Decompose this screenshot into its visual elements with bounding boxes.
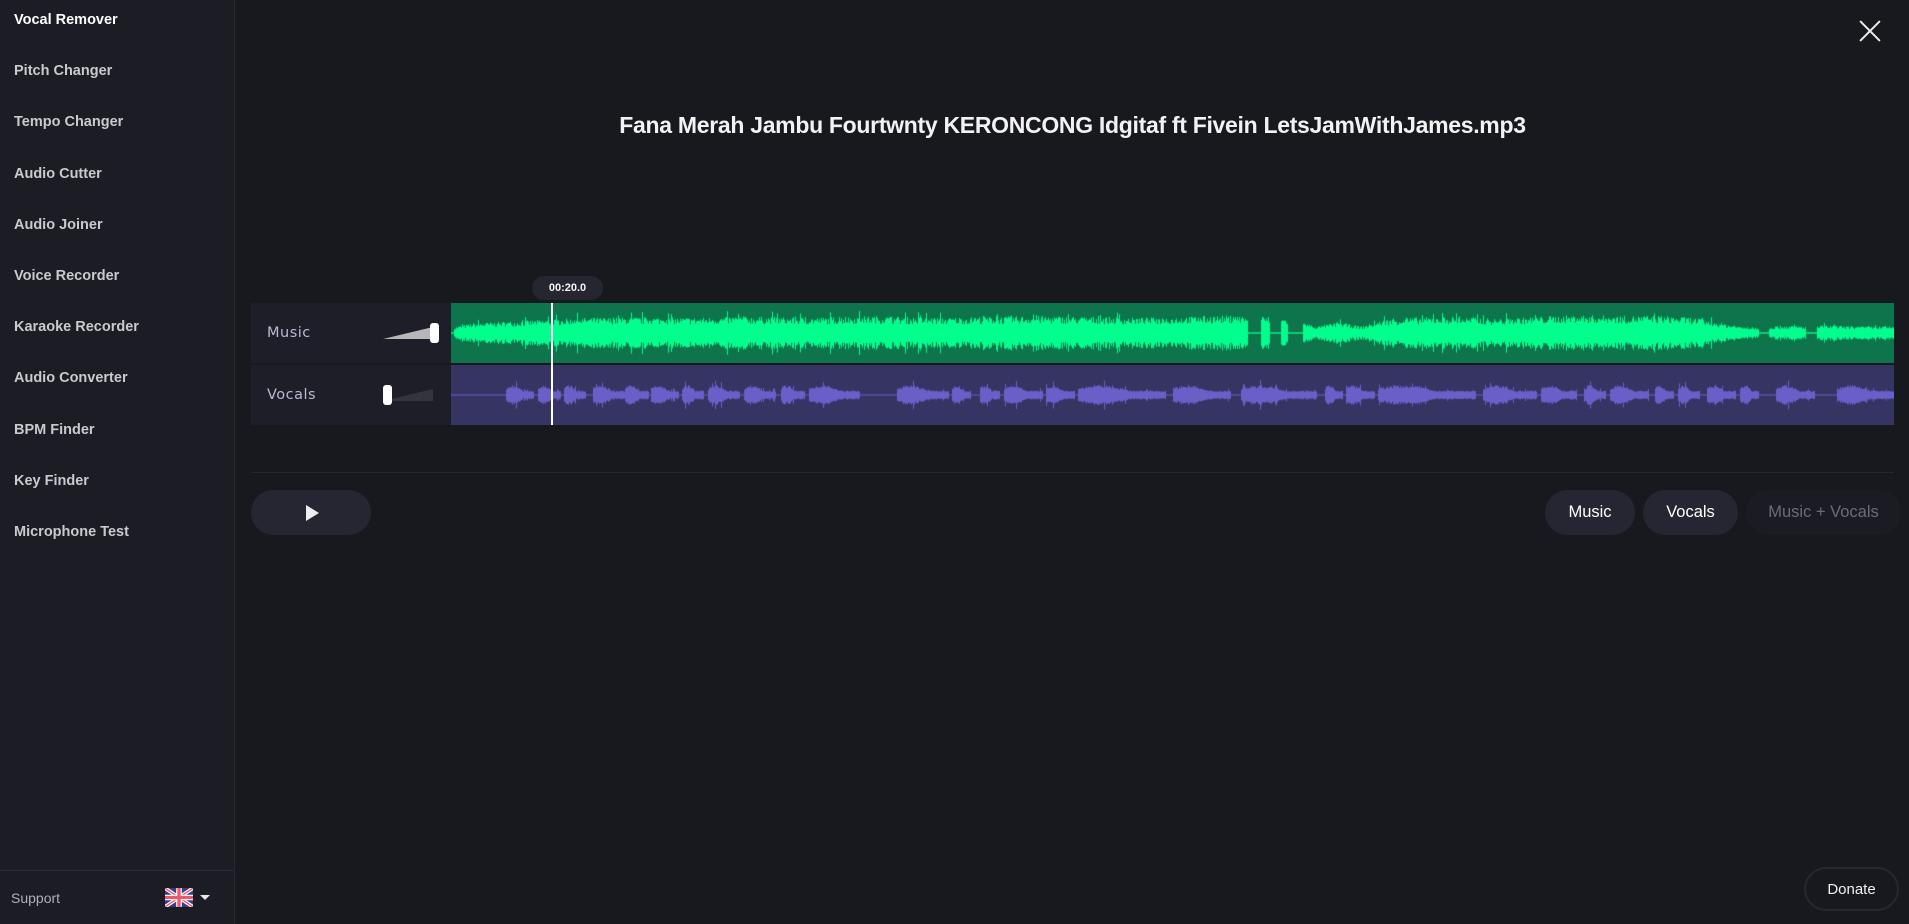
sidebar-item-vocal-remover[interactable]: Vocal Remover <box>0 12 234 63</box>
playhead[interactable] <box>550 303 553 425</box>
current-time-badge: 00:20.0 <box>532 276 603 300</box>
waveform-canvas <box>451 365 1894 425</box>
sidebar-item-karaoke-recorder[interactable]: Karaoke Recorder <box>0 319 234 370</box>
sidebar-item-tempo-changer[interactable]: Tempo Changer <box>0 114 234 165</box>
track-header: Vocals <box>251 365 451 425</box>
sidebar-item-label: Audio Joiner <box>14 216 103 233</box>
support-link[interactable]: Support <box>11 890 60 906</box>
mode-music-button[interactable]: Music <box>1545 490 1635 535</box>
main-panel: Fana Merah Jambu Fourtwnty KERONCONG Idg… <box>236 0 1909 924</box>
track-name: Vocals <box>267 387 317 403</box>
sidebar-item-label: Key Finder <box>14 472 89 489</box>
sidebar-footer: Support <box>0 870 234 924</box>
sidebar-item-label: Audio Converter <box>14 370 128 387</box>
vocals-waveform[interactable] <box>451 365 1894 425</box>
sidebar-item-audio-joiner[interactable]: Audio Joiner <box>0 217 234 268</box>
volume-slider-thumb[interactable] <box>430 323 439 343</box>
sidebar-item-label: Audio Cutter <box>14 165 102 182</box>
output-mode-selector: Music Vocals Music + Vocals <box>1545 490 1901 535</box>
track-name: Music <box>267 325 311 341</box>
sidebar-item-label: Karaoke Recorder <box>14 319 139 336</box>
sidebar-item-pitch-changer[interactable]: Pitch Changer <box>0 63 234 114</box>
music-waveform[interactable] <box>451 303 1894 363</box>
tracks: Music Vocals <box>251 303 1894 427</box>
file-title: Fana Merah Jambu Fourtwnty KERONCONG Idg… <box>619 112 1526 138</box>
sidebar-item-audio-cutter[interactable]: Audio Cutter <box>0 166 234 217</box>
sidebar-item-label: BPM Finder <box>14 421 95 438</box>
sidebar-item-voice-recorder[interactable]: Voice Recorder <box>0 268 234 319</box>
vocals-volume-slider[interactable] <box>383 383 439 407</box>
sidebar-item-audio-converter[interactable]: Audio Converter <box>0 370 234 421</box>
sidebar-nav: Vocal Remover Pitch Changer Tempo Change… <box>0 0 234 575</box>
sidebar-item-bpm-finder[interactable]: BPM Finder <box>0 422 234 473</box>
sidebar-item-label: Pitch Changer <box>14 63 113 80</box>
track-header: Music <box>251 303 451 363</box>
track-music: Music <box>251 303 1894 363</box>
sidebar-item-label: Voice Recorder <box>14 267 120 284</box>
close-icon[interactable] <box>1858 19 1882 43</box>
chevron-down-icon <box>200 895 210 900</box>
mode-vocals-button[interactable]: Vocals <box>1643 490 1738 535</box>
waveform-canvas <box>451 303 1894 363</box>
volume-slider-thumb[interactable] <box>383 385 392 405</box>
sidebar-item-key-finder[interactable]: Key Finder <box>0 473 234 524</box>
play-button[interactable] <box>251 490 371 535</box>
track-vocals: Vocals <box>251 365 1894 425</box>
uk-flag-icon <box>165 888 193 907</box>
sidebar-item-microphone-test[interactable]: Microphone Test <box>0 524 234 575</box>
sidebar-item-label: Microphone Test <box>14 523 129 540</box>
music-volume-slider[interactable] <box>383 321 439 345</box>
divider <box>251 472 1894 473</box>
sidebar-item-label: Tempo Changer <box>14 114 124 131</box>
play-icon <box>306 504 319 521</box>
donate-button[interactable]: Donate <box>1804 867 1899 911</box>
language-selector[interactable] <box>165 888 210 907</box>
sidebar-item-label: Vocal Remover <box>14 12 118 28</box>
mode-music-vocals-button[interactable]: Music + Vocals <box>1746 490 1901 535</box>
sidebar: Vocal Remover Pitch Changer Tempo Change… <box>0 0 235 924</box>
